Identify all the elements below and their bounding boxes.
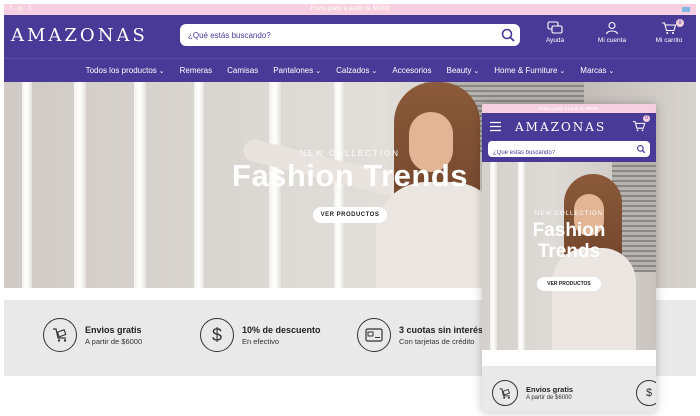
- nav-item-accesorios[interactable]: Accesorios: [392, 66, 431, 75]
- model-body: [552, 248, 636, 350]
- site-header: AMAZONAS Ayuda Mi cu: [4, 15, 696, 58]
- chevron-down-icon: ⌄: [158, 67, 165, 75]
- nav-item-camisas[interactable]: Camisas: [227, 66, 258, 75]
- mobile-mockup: Envío gratis a partir de $6000 AMAZONAS …: [482, 104, 656, 412]
- nav-label: Remeras: [179, 66, 213, 75]
- nav-item-home-furniture[interactable]: Home & Furniture ⌄: [494, 66, 565, 75]
- nav-item-beauty[interactable]: Beauty ⌄: [446, 66, 479, 75]
- mobile-logo[interactable]: AMAZONAS: [515, 120, 606, 134]
- cart-label: Mi carrito: [655, 37, 683, 44]
- nav-label: Beauty: [446, 66, 472, 75]
- mobile-hero-subtitle: NEW COLLECTION: [534, 211, 603, 217]
- mobile-hero-title-line1: Fashion: [532, 220, 606, 241]
- cart-icon: [53, 328, 67, 342]
- benefit-subtitle: A partir de $6000: [85, 336, 143, 346]
- main-nav: Todos los productos ⌄ Remeras Camisas Pan…: [4, 58, 696, 82]
- announcement-text: Envío gratis a partir de $6000: [310, 6, 390, 12]
- benefit-title: Envios gratis: [85, 324, 142, 335]
- cart-icon: [662, 22, 677, 34]
- benefit-icon-circle: [492, 380, 518, 406]
- chat-icon: [547, 21, 563, 34]
- search-icon[interactable]: [636, 144, 646, 154]
- mobile-header: AMAZONAS 0: [482, 113, 656, 162]
- facebook-icon[interactable]: f: [10, 4, 12, 15]
- nav-label: Todos los productos: [85, 66, 157, 75]
- nav-item-marcas[interactable]: Marcas ⌄: [580, 66, 614, 75]
- nav-item-calzados[interactable]: Calzados ⌄: [336, 66, 377, 75]
- mobile-hero-banner: NEW COLLECTION Fashion Trends VER PRODUC…: [482, 162, 656, 350]
- nav-item-remeras[interactable]: Remeras: [180, 66, 212, 75]
- cart-button[interactable]: Mi carrito 0: [639, 19, 696, 44]
- twitter-icon[interactable]: t: [29, 4, 31, 15]
- nav-label: Camisas: [227, 66, 259, 75]
- dollar-icon: $: [636, 380, 656, 406]
- chevron-down-icon: ⌄: [608, 67, 615, 75]
- mobile-announcement-bar: Envío gratis a partir de $6000: [482, 104, 656, 113]
- site-logo[interactable]: AMAZONAS: [11, 25, 148, 46]
- benefit-text: Envios gratis A partir de $6000: [85, 325, 142, 346]
- benefit-icon-circle: $: [200, 318, 234, 352]
- benefit-text: 10% de descuento En efectivo: [242, 325, 321, 346]
- chevron-down-icon: ⌄: [315, 67, 322, 75]
- cart-badge: 0: [643, 115, 650, 122]
- benefit-text: Envios gratis A partir de $6000: [526, 385, 573, 401]
- benefit-discount: $ 10% de descuento En efectivo: [200, 318, 321, 352]
- mobile-hero-title-line2: Trends: [537, 241, 601, 262]
- credit-card-icon: [365, 328, 383, 342]
- benefit-title: 10% de descuento: [242, 324, 321, 335]
- account-label: Mi cuenta: [597, 37, 627, 44]
- social-links: f ◎ t: [10, 4, 31, 15]
- menu-icon[interactable]: [490, 121, 501, 132]
- search-bar: [180, 24, 520, 46]
- nav-item-all-products[interactable]: Todos los productos ⌄: [86, 66, 165, 75]
- chevron-down-icon: ⌄: [473, 67, 480, 75]
- cart-icon: [499, 387, 511, 399]
- search-input[interactable]: [180, 24, 480, 46]
- nav-label: Pantalones: [273, 66, 314, 75]
- benefit-subtitle: En efectivo: [242, 336, 280, 346]
- benefit-free-shipping: Envios gratis A partir de $6000: [43, 318, 142, 352]
- benefit-title: Envios gratis: [526, 385, 574, 394]
- mobile-search-bar: [488, 141, 650, 161]
- view-products-button[interactable]: VER PRODUCTOS: [313, 207, 387, 223]
- chevron-down-icon: ⌄: [559, 67, 566, 75]
- help-button[interactable]: Ayuda: [525, 21, 585, 44]
- announcement-bar: f ◎ t Envío gratis a partir de $6000: [4, 4, 696, 15]
- nav-item-pantalones[interactable]: Pantalones ⌄: [273, 66, 321, 75]
- help-label: Ayuda: [545, 37, 565, 44]
- benefit-icon-circle: [43, 318, 77, 352]
- account-button[interactable]: Mi cuenta: [582, 21, 642, 44]
- benefit-text: 3 cuotas sin interés Con tarjetas de cré…: [399, 325, 483, 346]
- cart-badge: 0: [676, 19, 684, 27]
- nav-label: Home & Furniture: [494, 66, 558, 75]
- nav-label: Marcas: [580, 66, 607, 75]
- language-flag-icon[interactable]: [682, 7, 690, 12]
- search-icon[interactable]: [500, 27, 516, 43]
- nav-label: Calzados: [336, 66, 370, 75]
- benefit-subtitle: Con tarjetas de crédito: [399, 336, 475, 346]
- nav-label: Accesorios: [392, 66, 432, 75]
- user-icon: [605, 21, 619, 35]
- benefit-title: 3 cuotas sin interés: [399, 324, 484, 335]
- instagram-icon[interactable]: ◎: [18, 4, 23, 15]
- benefit-icon-circle: [357, 318, 391, 352]
- mobile-search-input[interactable]: [488, 145, 628, 161]
- mobile-benefit-free-shipping: Envios gratis A partir de $6000: [492, 380, 573, 406]
- mockup-canvas: f ◎ t Envío gratis a partir de $6000 AMA…: [0, 0, 700, 416]
- dollar-icon: $: [211, 324, 222, 345]
- benefit-subtitle: A partir de $6000: [526, 395, 572, 401]
- mobile-view-products-button[interactable]: VER PRODUCTOS: [537, 277, 601, 291]
- benefit-installments: 3 cuotas sin interés Con tarjetas de cré…: [357, 318, 483, 352]
- mobile-hero-title: Fashion Trends: [482, 220, 656, 262]
- section-divider: [482, 350, 656, 366]
- chevron-down-icon: ⌄: [371, 67, 378, 75]
